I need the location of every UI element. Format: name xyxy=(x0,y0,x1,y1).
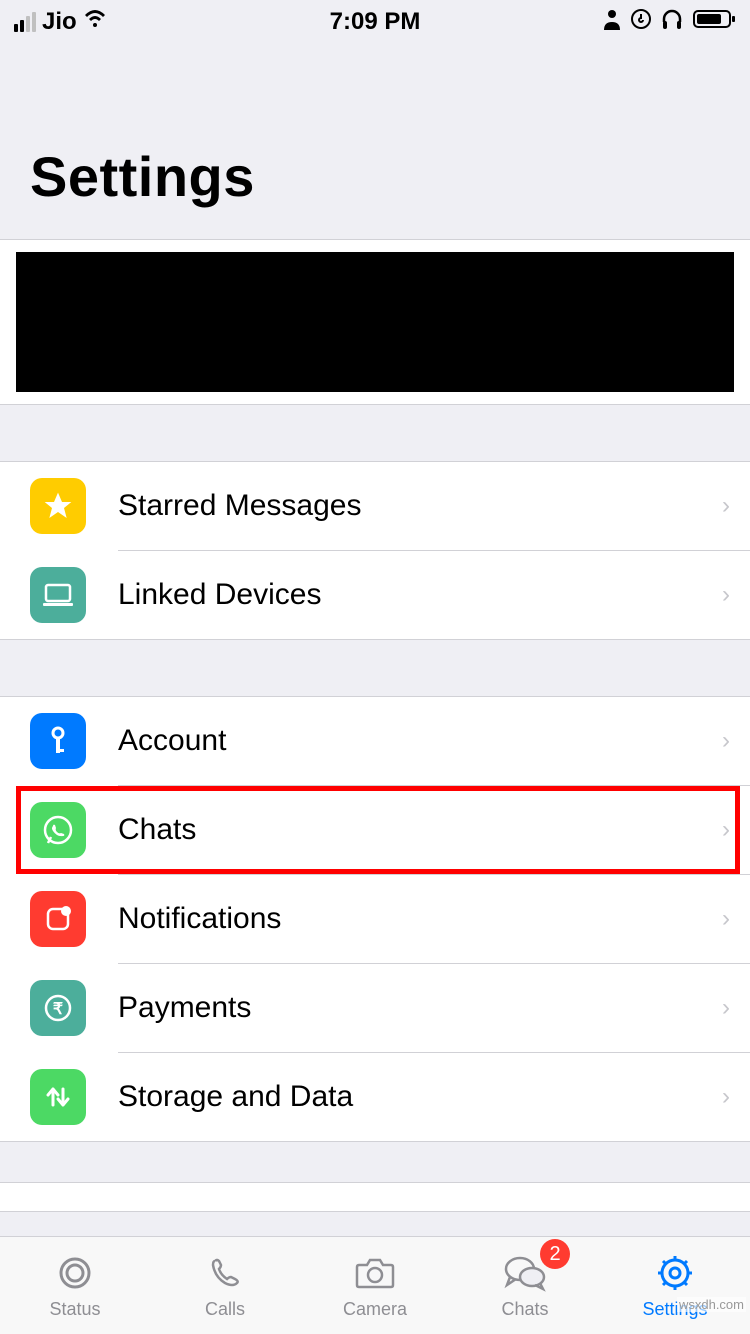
tab-label: Calls xyxy=(205,1299,245,1320)
key-icon xyxy=(30,713,86,769)
status-left: Jio xyxy=(14,8,107,36)
tab-chats[interactable]: 2 Chats xyxy=(450,1237,600,1334)
row-label: Storage and Data xyxy=(118,1080,722,1114)
row-label: Starred Messages xyxy=(118,489,722,523)
row-storage-data[interactable]: Storage and Data › xyxy=(0,1053,750,1141)
page-title: Settings xyxy=(0,44,750,239)
status-time: 7:09 PM xyxy=(330,8,421,36)
rotation-lock-icon xyxy=(630,8,652,37)
chevron-right-icon: › xyxy=(722,1083,730,1111)
phone-icon xyxy=(205,1251,245,1295)
row-notifications[interactable]: Notifications › xyxy=(0,875,750,963)
row-label: Linked Devices xyxy=(118,578,722,612)
tab-label: Chats xyxy=(501,1299,548,1320)
status-right xyxy=(602,8,736,37)
battery-icon xyxy=(692,8,736,37)
tab-camera[interactable]: Camera xyxy=(300,1237,450,1334)
person-icon xyxy=(602,8,622,37)
tab-bar: Status Calls Camera 2 Chats Settings xyxy=(0,1236,750,1334)
tab-status[interactable]: Status xyxy=(0,1237,150,1334)
section-starred-linked: Starred Messages › Linked Devices › xyxy=(0,461,750,640)
status-bar: Jio 7:09 PM xyxy=(0,0,750,44)
wifi-icon xyxy=(83,8,107,36)
tab-label: Status xyxy=(49,1299,100,1320)
profile-row[interactable] xyxy=(0,239,750,405)
tab-label: Camera xyxy=(343,1299,407,1320)
row-linked-devices[interactable]: Linked Devices › xyxy=(0,551,750,639)
row-label: Chats xyxy=(118,813,722,847)
tab-settings[interactable]: Settings xyxy=(600,1237,750,1334)
row-payments[interactable]: ₹ Payments › xyxy=(0,964,750,1052)
headphones-icon xyxy=(660,8,684,37)
chevron-right-icon: › xyxy=(722,816,730,844)
row-chats[interactable]: Chats › xyxy=(0,786,750,874)
row-label: Payments xyxy=(118,991,722,1025)
row-label: Account xyxy=(118,724,722,758)
arrows-icon xyxy=(30,1069,86,1125)
chevron-right-icon: › xyxy=(722,994,730,1022)
gear-icon xyxy=(655,1251,695,1295)
signal-icon xyxy=(14,12,36,32)
chevron-right-icon: › xyxy=(722,905,730,933)
svg-text:₹: ₹ xyxy=(53,1001,63,1018)
row-label: Notifications xyxy=(118,902,722,936)
watermark: wsxdh.com xyxy=(677,1297,746,1312)
whatsapp-icon xyxy=(30,802,86,858)
carrier-name: Jio xyxy=(42,8,77,36)
chevron-right-icon: › xyxy=(722,492,730,520)
chevron-right-icon: › xyxy=(722,727,730,755)
chats-badge: 2 xyxy=(540,1239,570,1269)
chevron-right-icon: › xyxy=(722,581,730,609)
camera-icon xyxy=(353,1251,397,1295)
row-account[interactable]: Account › xyxy=(0,697,750,785)
tab-calls[interactable]: Calls xyxy=(150,1237,300,1334)
status-icon xyxy=(55,1251,95,1295)
notification-icon xyxy=(30,891,86,947)
section-partial xyxy=(0,1182,750,1212)
rupee-icon: ₹ xyxy=(30,980,86,1036)
profile-redacted xyxy=(16,252,734,392)
row-starred-messages[interactable]: Starred Messages › xyxy=(0,462,750,550)
section-main-settings: Account › Chats › Notifications › ₹ Paym… xyxy=(0,696,750,1142)
star-icon xyxy=(30,478,86,534)
laptop-icon xyxy=(30,567,86,623)
